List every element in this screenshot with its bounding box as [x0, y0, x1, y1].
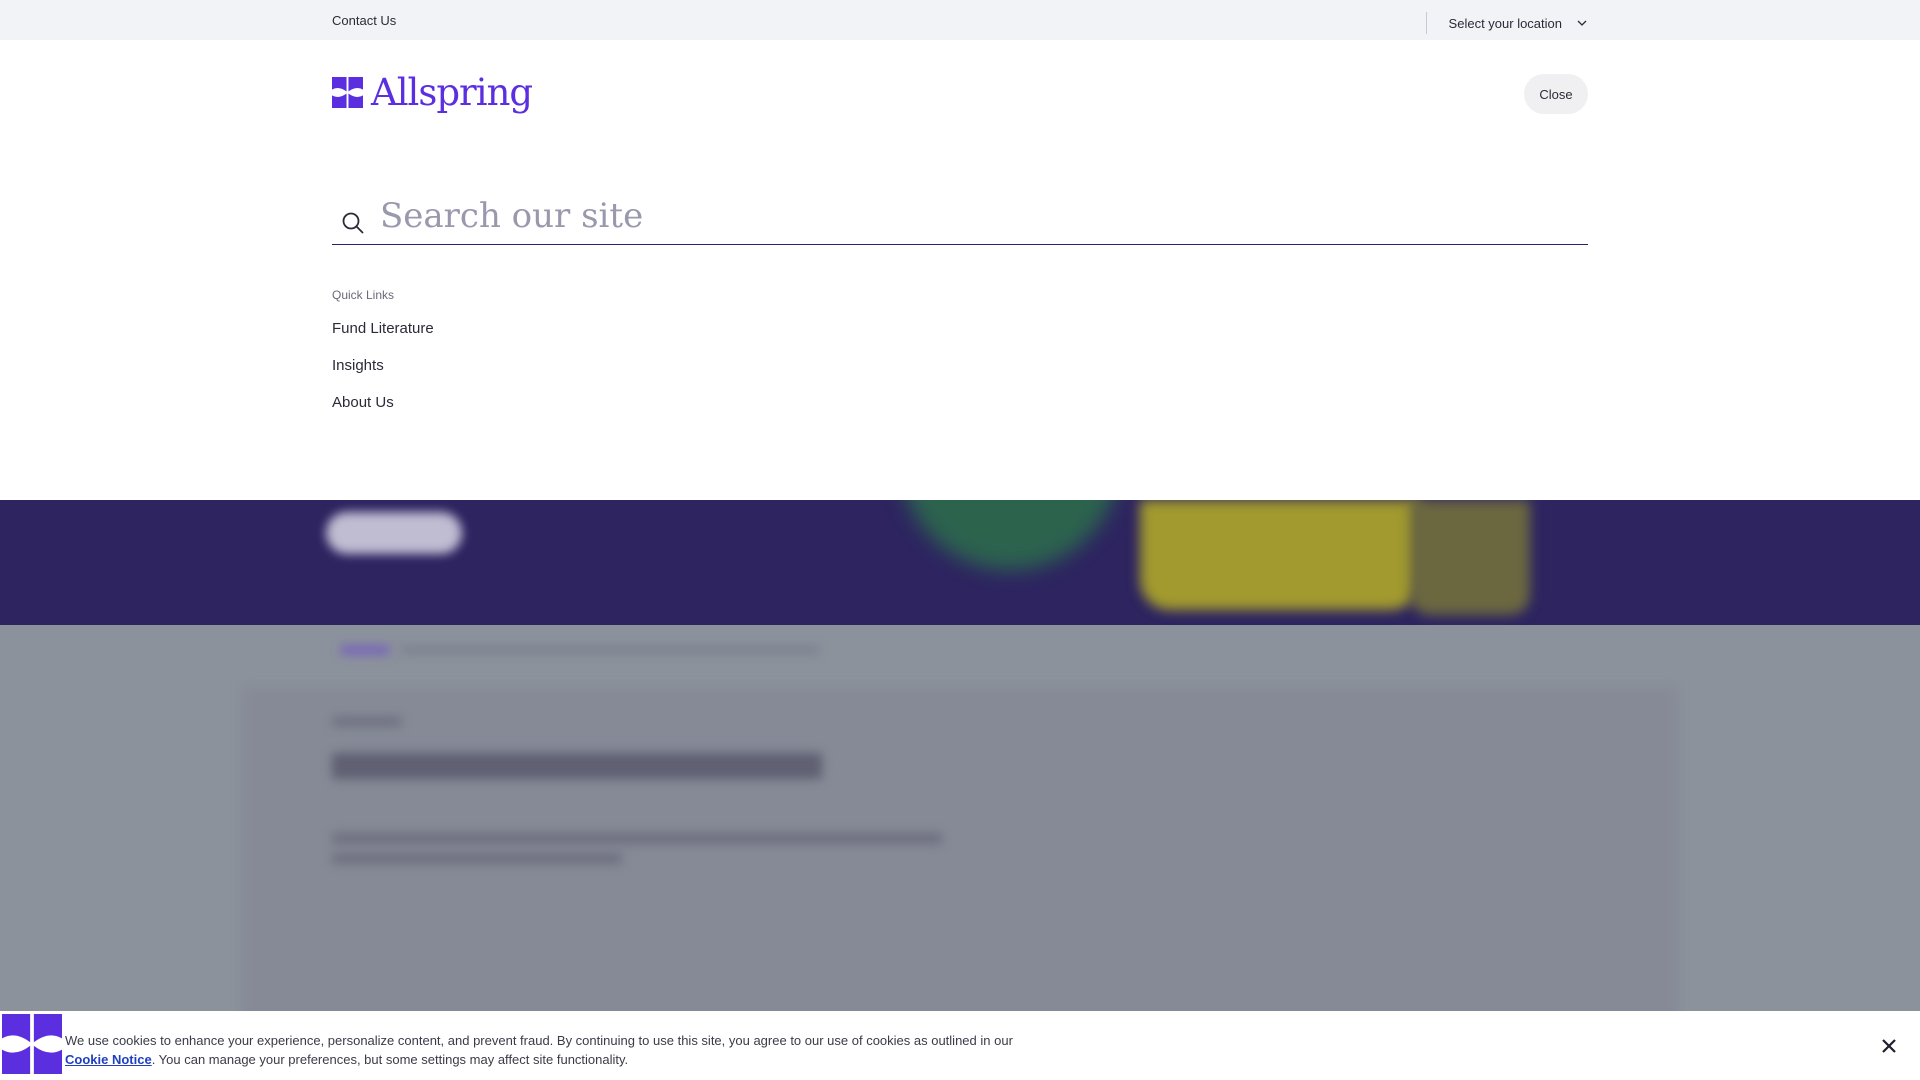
cookie-close-button[interactable] [1878, 1035, 1900, 1057]
quick-links-list: Fund Literature Insights About Us [332, 320, 434, 431]
location-selector[interactable]: Select your location [1425, 12, 1588, 34]
search-icon [342, 212, 364, 234]
utility-bar: Contact Us Select your location [0, 0, 1920, 40]
search-input[interactable] [380, 191, 1588, 241]
allspring-logo-icon [2, 1014, 62, 1074]
hero-shape [1140, 500, 1420, 610]
allspring-logo[interactable]: Allspring [332, 71, 533, 114]
hero-shape [1410, 500, 1530, 615]
quick-link-about-us[interactable]: About Us [332, 394, 394, 411]
divider [1425, 12, 1427, 34]
background-paragraph [332, 853, 622, 864]
quick-link-item: About Us [332, 394, 434, 431]
quick-link-item: Insights [332, 357, 434, 394]
quick-link-insights[interactable]: Insights [332, 357, 384, 374]
cookie-banner: We use cookies to enhance your experienc… [0, 1011, 1920, 1080]
search-bar [332, 188, 1588, 245]
quick-link-fund-literature[interactable]: Fund Literature [332, 320, 434, 337]
background-paragraph [332, 833, 942, 844]
close-icon [1882, 1039, 1896, 1053]
cookie-text: We use cookies to enhance your experienc… [65, 1031, 1055, 1069]
background-hero-button [326, 512, 462, 554]
background-tabs [400, 645, 820, 655]
search-overlay-inner: Allspring Close Quick Links Fund Literat… [332, 40, 1588, 500]
cookie-notice-link[interactable]: Cookie Notice [65, 1052, 152, 1067]
allspring-logo-icon [332, 77, 363, 108]
close-button[interactable]: Close [1524, 74, 1588, 114]
background-tab [340, 645, 390, 655]
search-overlay: Allspring Close Quick Links Fund Literat… [0, 40, 1920, 500]
logo-text: Allspring [371, 71, 533, 114]
chevron-down-icon [1577, 20, 1587, 26]
utility-inner: Contact Us Select your location [332, 0, 1588, 40]
cookie-text-before: We use cookies to enhance your experienc… [65, 1033, 1013, 1048]
hero-shape [900, 500, 1120, 570]
cookie-text-after: . You can manage your preferences, but s… [151, 1052, 629, 1067]
location-label: Select your location [1448, 15, 1562, 31]
contact-us-link[interactable]: Contact Us [332, 13, 396, 28]
background-eyebrow [332, 717, 402, 726]
background-hero [0, 500, 1920, 625]
quick-link-item: Fund Literature [332, 320, 434, 357]
background-heading [332, 753, 822, 779]
quick-links-title: Quick Links [332, 288, 395, 302]
